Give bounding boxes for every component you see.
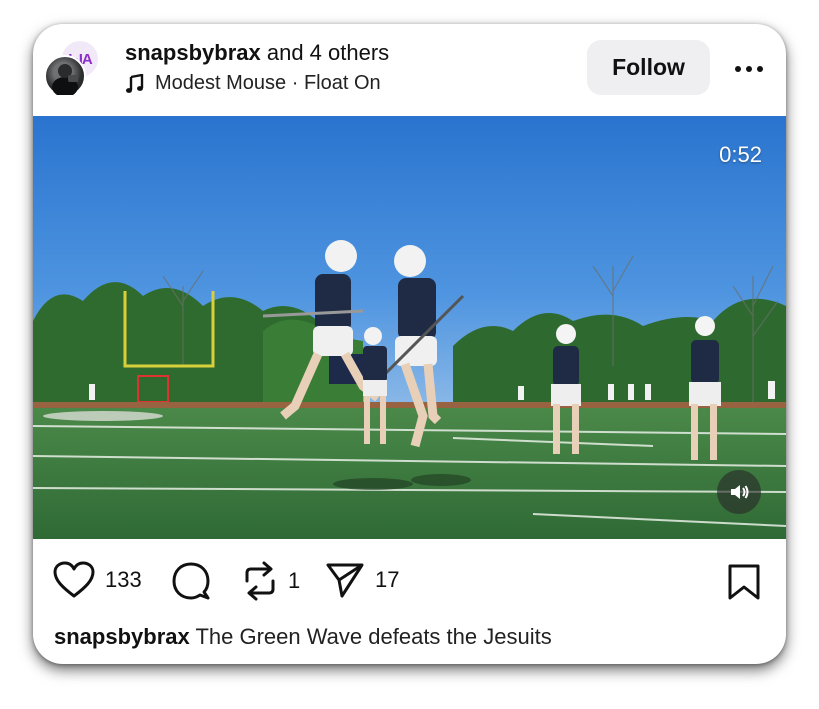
avatar-photo — [52, 64, 78, 97]
caption-text: The Green Wave defeats the Jesuits — [195, 624, 552, 649]
share-count: 17 — [375, 567, 400, 592]
video-frame — [33, 116, 786, 539]
music-title: Modest Mouse · Float On — [155, 72, 381, 94]
post-caption: snapsbybrax The Green Wave defeats the J… — [54, 624, 552, 650]
music-attribution[interactable]: Modest Mouse · Float On — [125, 72, 381, 95]
author-line: snapsbybrax and 4 others — [125, 40, 389, 66]
post-card: ЫA snapsbybrax and 4 others Modest Mouse… — [33, 24, 786, 664]
comment-action[interactable] — [171, 561, 211, 601]
avatar[interactable] — [44, 55, 86, 97]
avatar-stack[interactable]: ЫA — [44, 39, 100, 97]
bookmark-icon[interactable] — [727, 563, 761, 601]
like-count: 133 — [105, 567, 142, 592]
repost-count: 1 — [288, 568, 301, 593]
video-player[interactable]: 0:52 — [33, 116, 786, 539]
more-icon — [735, 66, 763, 72]
coauthors-link[interactable]: and 4 others — [267, 40, 389, 65]
caption-author[interactable]: snapsbybrax — [54, 624, 190, 649]
repost-icon[interactable] — [242, 561, 278, 601]
author-name[interactable]: snapsbybrax — [125, 40, 261, 65]
follow-button[interactable]: Follow — [587, 40, 710, 95]
share-icon[interactable] — [325, 561, 365, 599]
volume-icon — [731, 485, 749, 499]
repost-action[interactable]: 1 — [242, 561, 300, 601]
post-header: ЫA snapsbybrax and 4 others Modest Mouse… — [33, 24, 786, 116]
like-action[interactable]: 133 — [53, 561, 142, 599]
heart-icon[interactable] — [53, 561, 95, 599]
bookmark-button[interactable] — [727, 563, 761, 606]
video-duration: 0:52 — [719, 142, 762, 167]
volume-button[interactable] — [717, 470, 761, 514]
share-action[interactable]: 17 — [325, 561, 399, 599]
comment-icon[interactable] — [171, 561, 211, 601]
music-note-icon — [126, 73, 144, 93]
action-bar: 133 1 17 — [33, 539, 786, 621]
more-options-button[interactable] — [729, 54, 769, 84]
